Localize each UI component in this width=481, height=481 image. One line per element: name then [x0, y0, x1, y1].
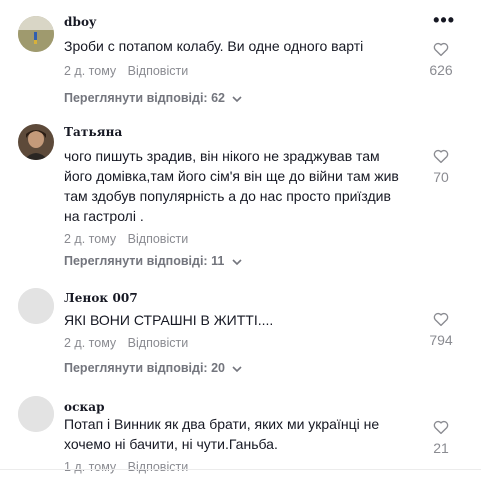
chevron-down-icon	[232, 96, 243, 102]
comment-meta: 1 д. тому Відповісти	[64, 460, 188, 474]
chevron-down-icon	[232, 366, 243, 372]
comment-text: Потап і Винник як два брати, яких ми укр…	[64, 416, 380, 452]
comment-time: 1 д. тому	[64, 460, 117, 474]
chevron-down-icon	[232, 259, 242, 265]
like-button[interactable]: 626	[421, 40, 461, 78]
comment-time: 2 д. тому	[64, 336, 117, 350]
like-button[interactable]: 21	[421, 418, 461, 456]
reply-link[interactable]: Відповісти	[128, 64, 189, 78]
like-count: 21	[433, 440, 449, 456]
view-replies-label: Переглянути відповіді: 11	[64, 254, 225, 268]
avatar[interactable]	[18, 288, 54, 324]
like-button[interactable]: 70	[421, 147, 461, 185]
photo-avatar-icon	[18, 124, 54, 160]
comment-meta: 2 д. тому Відповісти	[64, 64, 188, 78]
comment-text: ЯКІ ВОНИ СТРАШНІ В ЖИТТІ....	[64, 312, 274, 328]
like-count: 626	[429, 62, 453, 78]
heart-icon	[433, 312, 449, 327]
heart-icon	[433, 149, 449, 164]
comment-meta: 2 д. тому Відповісти	[64, 232, 188, 246]
comment-text: Зроби с потапом колабу. Ви одне одного в…	[64, 38, 364, 54]
reply-link[interactable]: Відповісти	[128, 336, 189, 350]
view-replies-button[interactable]: Переглянути відповіді: 11	[64, 254, 242, 268]
view-replies-button[interactable]: Переглянути відповіді: 62	[64, 91, 243, 105]
reply-link[interactable]: Відповісти	[128, 232, 189, 246]
comment-meta: 2 д. тому Відповісти	[64, 336, 188, 350]
avatar[interactable]	[18, 124, 54, 160]
like-button[interactable]: 794	[421, 310, 461, 348]
default-avatar-icon	[18, 288, 54, 324]
more-options-icon[interactable]: •••	[433, 10, 455, 31]
like-count: 794	[429, 332, 453, 348]
reply-link[interactable]: Відповісти	[128, 460, 189, 474]
username[interactable]: оскар	[64, 400, 105, 414]
username[interactable]: dboy	[64, 15, 96, 29]
view-replies-label: Переглянути відповіді: 20	[64, 361, 225, 375]
avatar[interactable]	[18, 396, 54, 432]
heart-icon	[433, 420, 449, 435]
username[interactable]: Ленок 007	[64, 291, 138, 305]
username[interactable]: Татьяна	[64, 125, 122, 139]
view-replies-button[interactable]: Переглянути відповіді: 20	[64, 361, 243, 375]
view-replies-label: Переглянути відповіді: 62	[64, 91, 225, 105]
heart-icon	[433, 42, 449, 57]
avatar[interactable]	[18, 16, 54, 52]
divider	[0, 469, 481, 470]
landscape-avatar-icon	[18, 16, 54, 52]
like-count: 70	[433, 169, 449, 185]
comment-time: 2 д. тому	[64, 232, 117, 246]
default-avatar-icon	[18, 396, 54, 432]
comment-time: 2 д. тому	[64, 64, 117, 78]
comment-text: чого пишуть зрадив, він нікого не зраджу…	[64, 148, 399, 224]
